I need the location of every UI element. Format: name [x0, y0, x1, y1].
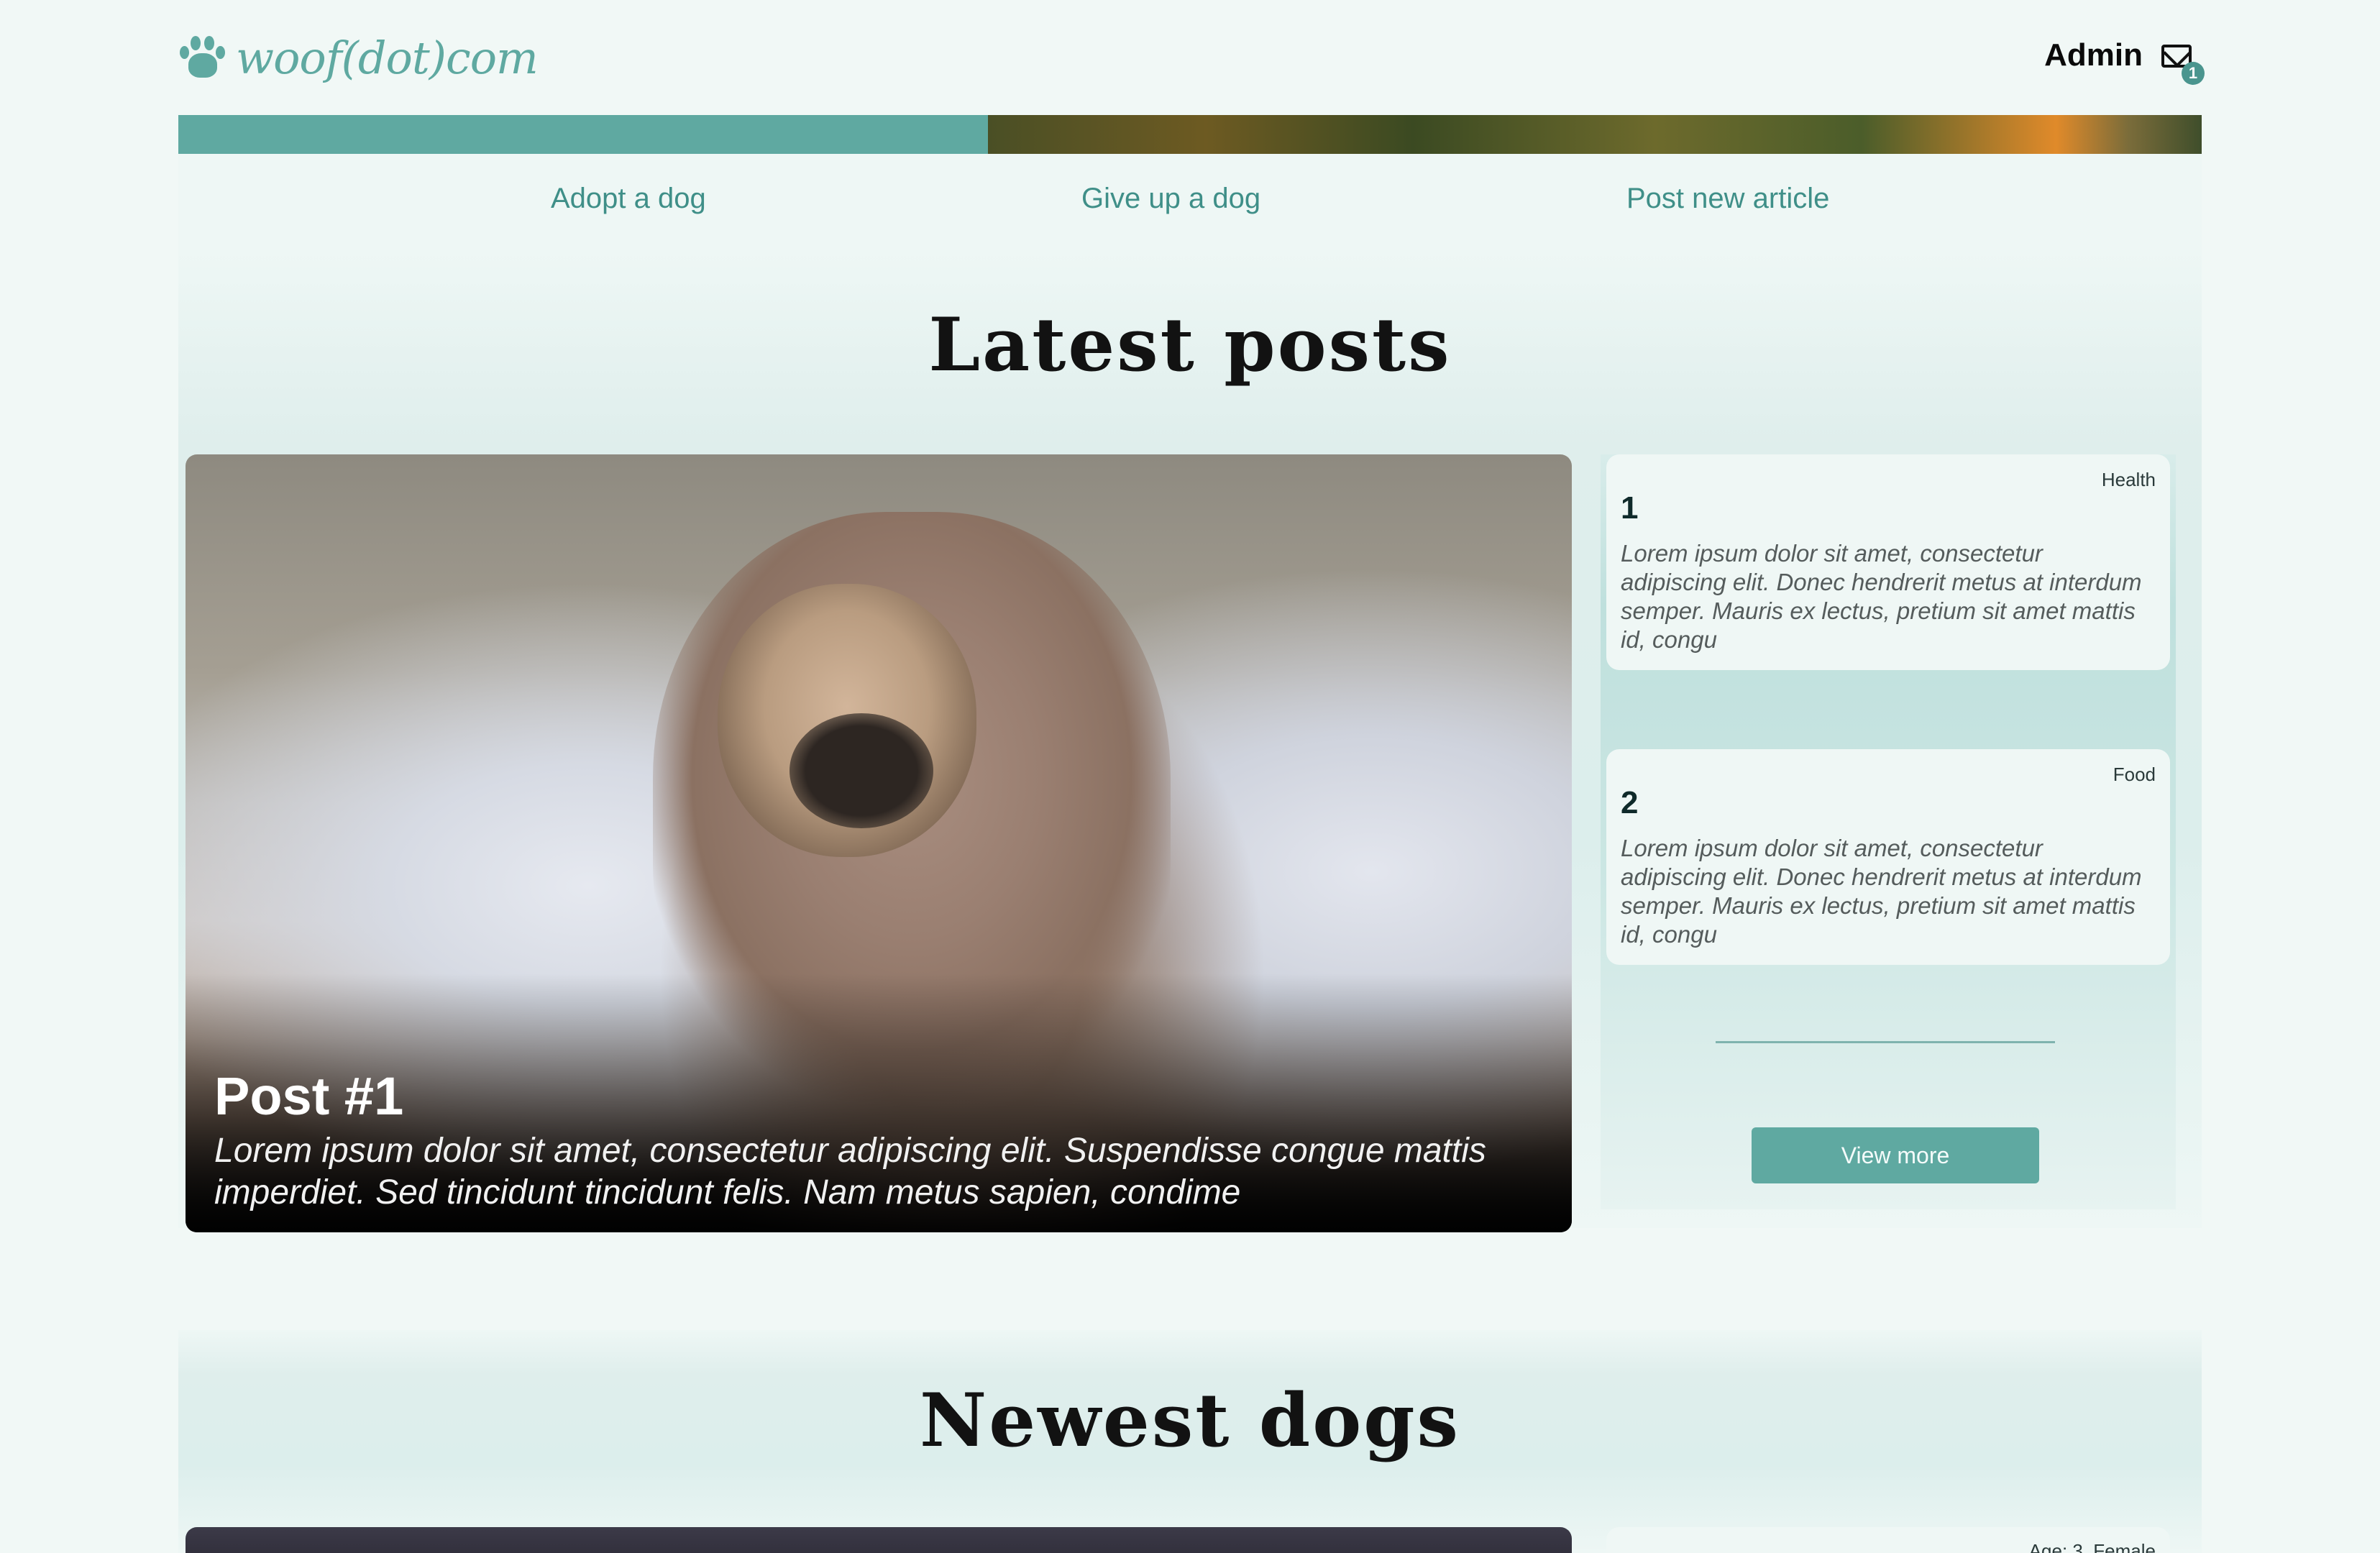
- nav-adopt-a-dog[interactable]: Adopt a dog: [551, 183, 706, 215]
- header-banner: [178, 115, 2202, 154]
- post-card[interactable]: Food 2 Lorem ipsum dolor sit amet, conse…: [1606, 749, 2170, 965]
- banner-accent-block: [178, 115, 988, 154]
- featured-post-excerpt: Lorem ipsum dolor sit amet, consectetur …: [214, 1132, 1486, 1211]
- latest-posts-title: Latest posts: [928, 302, 1452, 388]
- dog-info-tag: Age: 3, Female: [2028, 1540, 2156, 1553]
- main-nav: Adopt a dog Give up a dog Post new artic…: [178, 154, 2202, 250]
- user-name-link[interactable]: Admin: [2044, 37, 2143, 73]
- paw-icon: [178, 35, 227, 81]
- featured-dog[interactable]: [186, 1527, 1572, 1553]
- divider: [1716, 1041, 2055, 1043]
- nav-give-up-a-dog[interactable]: Give up a dog: [1081, 183, 1260, 215]
- dog-card[interactable]: Age: 3, Female: [1606, 1527, 2170, 1553]
- view-more-button[interactable]: View more: [1752, 1127, 2039, 1183]
- site-logo[interactable]: woof(dot)com: [178, 31, 539, 84]
- post-card-excerpt: Lorem ipsum dolor sit amet, consectetur …: [1621, 540, 2142, 653]
- logo-text: woof(dot)com: [236, 31, 539, 84]
- featured-post[interactable]: Post #1 Lorem ipsum dolor sit amet, cons…: [186, 454, 1572, 1232]
- banner-image: [988, 115, 2202, 154]
- featured-post-title: Post #1: [214, 1066, 404, 1126]
- post-list: Health 1 Lorem ipsum dolor sit amet, con…: [1601, 454, 2176, 1209]
- post-card-excerpt: Lorem ipsum dolor sit amet, consectetur …: [1621, 835, 2142, 948]
- page: woof(dot)com Admin 1 Adopt a dog Give up…: [178, 0, 2205, 1553]
- latest-posts-section: Latest posts Post #1 Lorem ipsum dolor s…: [178, 250, 2202, 1232]
- post-card-title: 1: [1621, 490, 1639, 526]
- top-bar: woof(dot)com Admin 1: [178, 0, 2205, 115]
- mail-button[interactable]: 1: [2161, 42, 2205, 85]
- mail-count-badge: 1: [2182, 62, 2205, 85]
- post-card-title: 2: [1621, 785, 1639, 820]
- newest-dogs-title: Newest dogs: [920, 1378, 1460, 1464]
- newest-dogs-section: Newest dogs Age: 3, Female: [178, 1330, 2202, 1553]
- post-card[interactable]: Health 1 Lorem ipsum dolor sit amet, con…: [1606, 454, 2170, 670]
- featured-image-detail-2: [789, 713, 933, 828]
- post-category-tag: Food: [2113, 764, 2156, 785]
- post-category-tag: Health: [2101, 469, 2156, 490]
- nav-post-new-article[interactable]: Post new article: [1626, 183, 1829, 215]
